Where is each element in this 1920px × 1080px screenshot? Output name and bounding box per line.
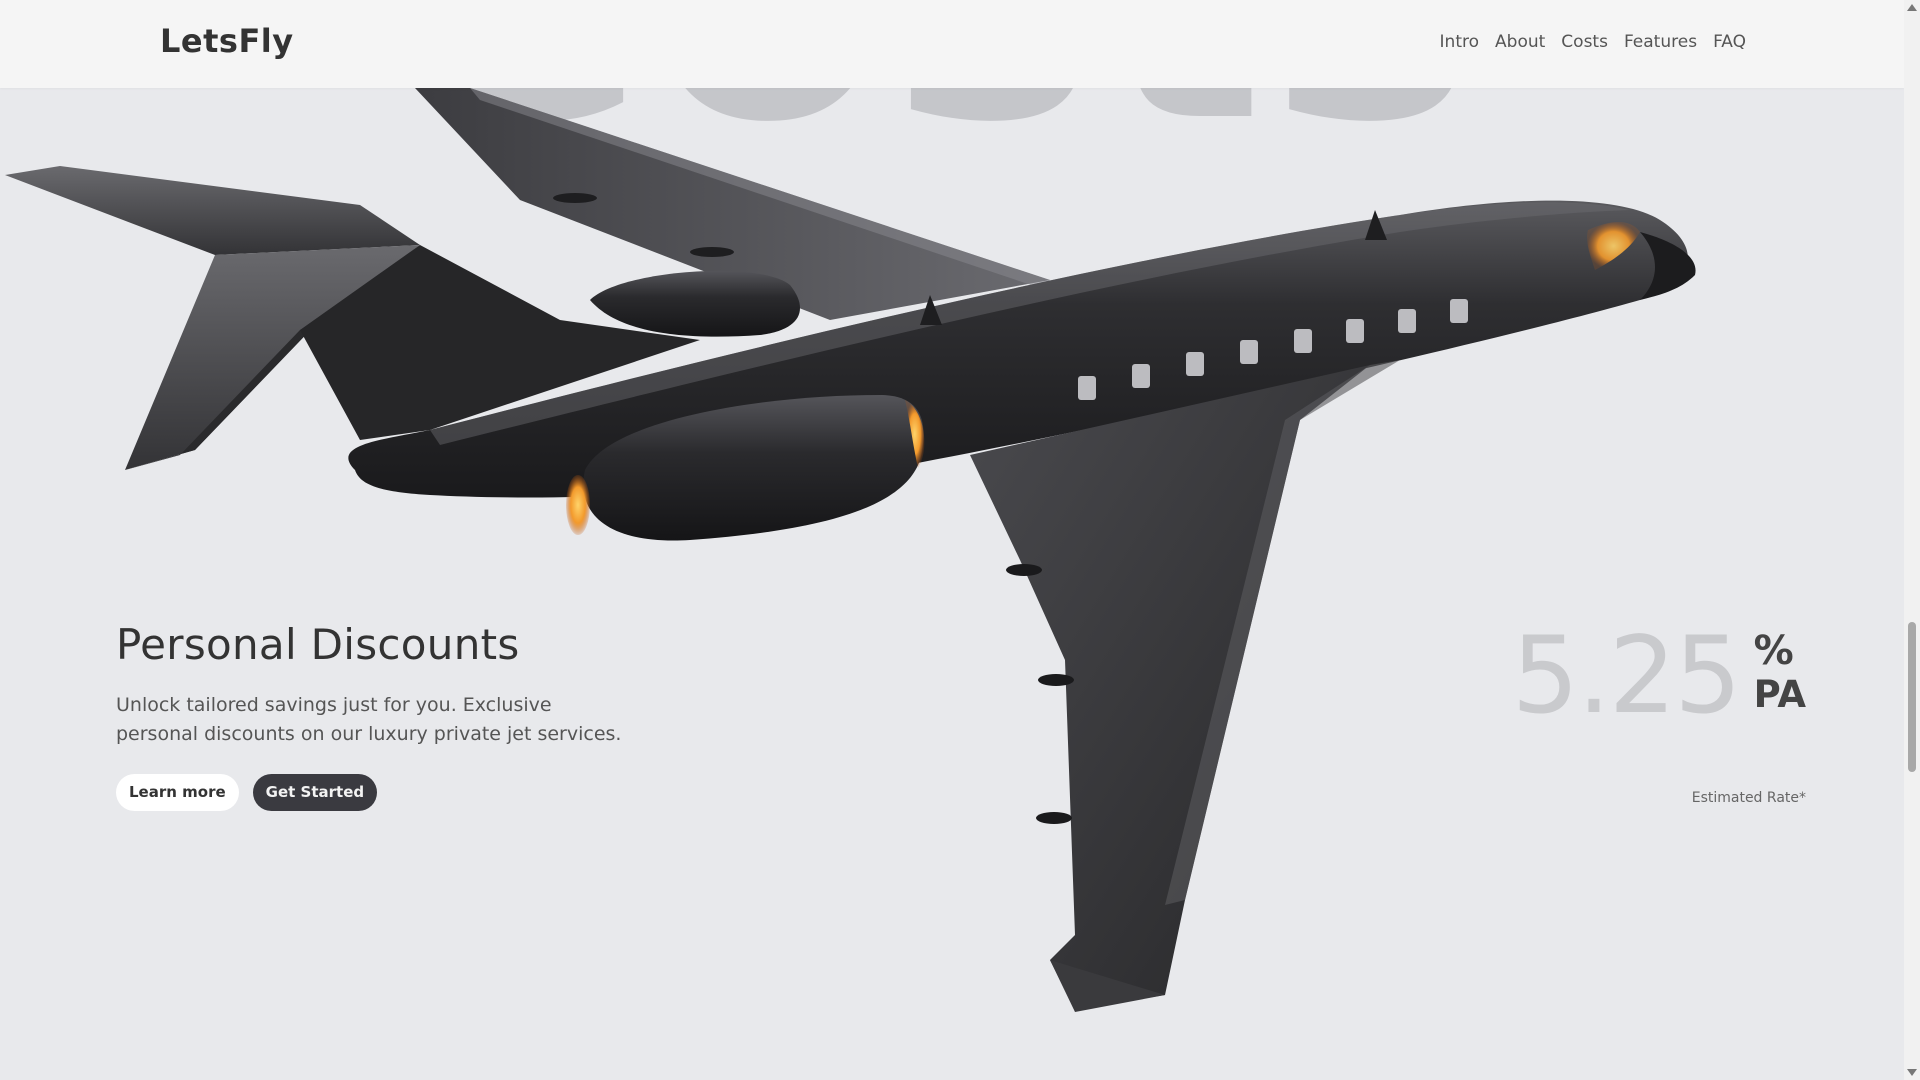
learn-more-button[interactable]: Learn more [116, 774, 239, 811]
rate-display: 5.25 % PA [1512, 615, 1806, 729]
discount-section: Personal Discounts Unlock tailored savin… [116, 620, 636, 811]
rate-unit-pa: PA [1753, 673, 1806, 716]
nav-intro[interactable]: Intro [1440, 32, 1479, 52]
rate-value: 5.25 [1511, 614, 1742, 737]
nav-about[interactable]: About [1495, 32, 1545, 52]
page: Costs [0, 0, 1904, 1080]
rate-units: % PA [1754, 629, 1806, 717]
section-description: Unlock tailored savings just for you. Ex… [116, 694, 622, 745]
scroll-down-arrow-icon[interactable] [1907, 1069, 1917, 1076]
scroll-thumb[interactable] [1908, 622, 1916, 772]
private-jet-illustration [5, 88, 1696, 1012]
nav-features[interactable]: Features [1624, 32, 1697, 52]
nav-costs[interactable]: Costs [1561, 32, 1608, 52]
section-title: Personal Discounts [116, 620, 520, 669]
page-scrollbar[interactable] [1904, 0, 1920, 1080]
cta-buttons: Learn more Get Started [116, 774, 636, 811]
estimated-rate-note: Estimated Rate* [1691, 790, 1806, 806]
nav-faq[interactable]: FAQ [1713, 32, 1746, 52]
site-header: LetsFly Intro About Costs Features FAQ [0, 0, 1904, 88]
rate-unit-percent: % [1753, 628, 1794, 674]
scroll-up-arrow-icon[interactable] [1907, 4, 1917, 11]
main-nav: Intro About Costs Features FAQ [1440, 32, 1746, 52]
logo[interactable]: LetsFly [160, 22, 294, 60]
get-started-button[interactable]: Get Started [252, 774, 378, 811]
